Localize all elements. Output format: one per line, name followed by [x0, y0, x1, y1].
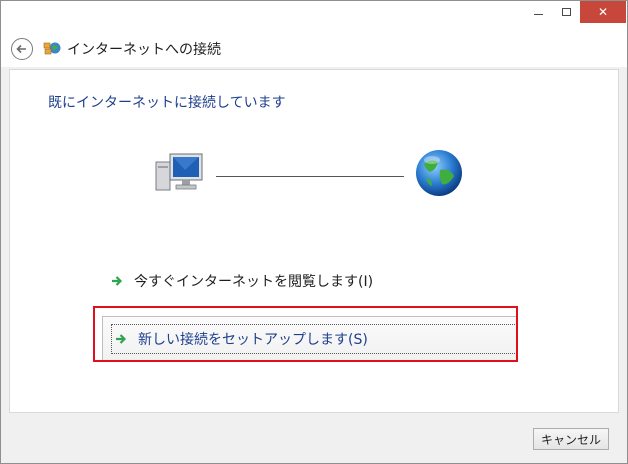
green-arrow-icon — [116, 334, 127, 344]
back-button[interactable] — [11, 38, 33, 60]
setup-new-connection-label: 新しい接続をセットアップします(S) — [138, 332, 368, 348]
back-arrow-icon — [16, 44, 26, 54]
connection-line — [216, 176, 404, 177]
green-arrow-icon — [112, 276, 123, 286]
setup-new-connection-focus: 新しい接続をセットアップします(S) — [111, 324, 517, 354]
content-panel: 既にインターネットに接続しています 今すぐインターネットを閲覧します(I) 新し… — [9, 69, 619, 413]
dialog-title: インターネットへの接続 — [67, 42, 221, 58]
maximize-button[interactable] — [552, 1, 580, 23]
close-icon: ✕ — [597, 5, 609, 19]
browse-internet-label: 今すぐインターネットを閲覧します(I) — [134, 274, 374, 290]
setup-new-connection-option[interactable]: 新しい接続をセットアップします(S) — [102, 316, 518, 362]
network-connection-icon — [43, 42, 61, 55]
browse-internet-option[interactable]: 今すぐインターネットを閲覧します(I) — [110, 270, 373, 292]
globe-icon — [416, 150, 462, 196]
close-button[interactable]: ✕ — [580, 1, 626, 23]
cancel-button[interactable]: キャンセル — [533, 428, 609, 450]
minimize-icon — [533, 13, 543, 15]
maximize-icon — [561, 8, 571, 16]
minimize-button[interactable] — [524, 1, 552, 23]
computer-icon — [155, 153, 203, 191]
title-bar: ✕ — [1, 1, 627, 29]
dialog-footer: キャンセル — [1, 413, 627, 463]
status-heading: 既にインターネットに接続しています — [48, 95, 286, 111]
connect-dialog-window: ✕ インターネットへの接続 既にインターネットに接続しています 今すぐインターネ… — [0, 0, 628, 464]
dialog-header: インターネットへの接続 — [1, 29, 627, 67]
